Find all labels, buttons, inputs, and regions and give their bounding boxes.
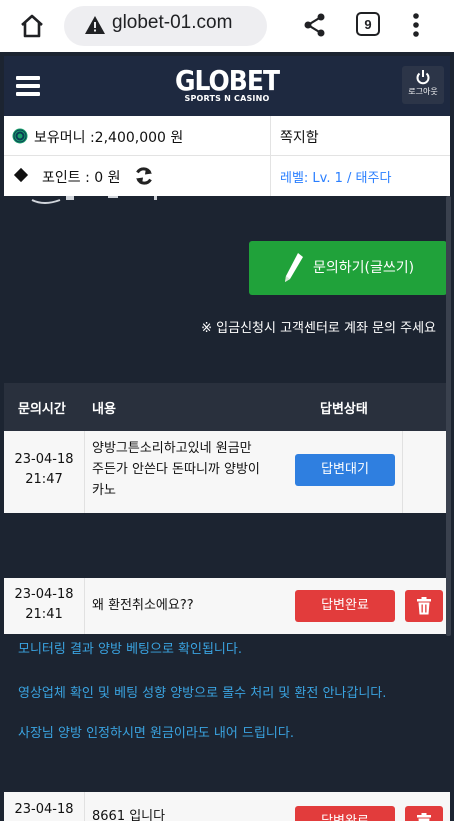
info-row-points: 포인트 : 0 원 레벨: Lv. 1 / 태주다 (4, 156, 450, 196)
info-divider (270, 116, 271, 196)
warning-icon[interactable] (84, 14, 106, 36)
delete-button[interactable] (405, 806, 443, 821)
points-balance: 포인트 : 0 원 (42, 170, 121, 186)
row-date: 23-04-18 (14, 452, 74, 467)
inquiry-content: 문의하기(글쓰기) ※ 입금신청시 고객센터로 계좌 문의 주세요 문의시간 내… (4, 196, 450, 821)
logout-button[interactable]: 로그아웃 (402, 66, 444, 104)
pencil-icon (285, 253, 303, 282)
info-row-money: 보유머니 :2,400,000 원 쪽지함 (4, 116, 450, 156)
diamond-icon (13, 167, 29, 183)
trash-icon (417, 597, 431, 615)
reply-line: 모니터링 결과 양방 베팅으로 확인됩니다. (18, 642, 242, 657)
status-complete-button[interactable]: 답변완료 (295, 590, 395, 622)
reply-line: 사장님 양방 인정하시면 원금이라도 내어 드립니다. (18, 726, 294, 741)
row-date: 23-04-18 (14, 587, 74, 602)
money-balance: 보유머니 :2,400,000 원 (34, 130, 184, 146)
scrollbar[interactable] (446, 196, 451, 636)
money-icon (12, 128, 28, 144)
power-icon (416, 70, 430, 85)
table-row[interactable]: 23-04-18 21:47 양방그튼소리하고있네 원금만 주든가 안쓴다 돈따… (4, 431, 450, 513)
home-icon[interactable] (16, 10, 48, 42)
row-divider (402, 431, 403, 513)
row-content-line: 8661 입니다 (92, 809, 166, 821)
menu-icon[interactable] (406, 10, 426, 40)
refresh-icon[interactable] (134, 166, 154, 186)
reply-line: 영상업체 확인 및 베팅 성향 양방으로 몰수 처리 및 환전 안나갑니다. (18, 686, 387, 701)
row-content-line: 왜 환전취소에요?? (92, 598, 194, 613)
share-icon[interactable] (300, 10, 330, 40)
header-content: 내용 (92, 402, 116, 417)
header-status: 답변상태 (320, 402, 368, 417)
tab-count: 9 (364, 16, 372, 32)
level-info: 레벨: Lv. 1 / 태주다 (280, 171, 392, 186)
account-info: 보유머니 :2,400,000 원 쪽지함 포인트 : 0 원 레벨: Lv. … (4, 116, 450, 196)
row-time: 21:41 (25, 607, 63, 622)
status-complete-button[interactable]: 답변완료 (295, 806, 395, 821)
table-row[interactable]: 23-04-18 21:41 왜 환전취소에요?? 답변완료 (4, 578, 450, 634)
header-time: 문의시간 (18, 402, 66, 417)
delete-button[interactable] (405, 590, 443, 622)
deposit-notice: ※ 입금신청시 고객센터로 계좌 문의 주세요 (201, 321, 436, 336)
table-header: 문의시간 내용 답변상태 (4, 383, 450, 431)
logo-subtitle: SPORTS N CASINO (184, 94, 270, 103)
row-divider (84, 578, 85, 634)
logo[interactable]: GLOBET (4, 65, 450, 97)
write-inquiry-button[interactable]: 문의하기(글쓰기) (249, 241, 447, 295)
table-row[interactable]: 23-04-18 8661 입니다 답변완료 (4, 792, 450, 821)
row-content-line: 양방그튼소리하고있네 원금만 (92, 441, 252, 456)
status-waiting-button[interactable]: 답변대기 (295, 454, 395, 486)
logout-label: 로그아웃 (408, 87, 438, 96)
write-inquiry-label: 문의하기(글쓰기) (313, 260, 415, 276)
browser-toolbar: globet-01.com 9 (0, 0, 454, 52)
trash-icon (417, 813, 431, 821)
partial-banner-image (31, 196, 157, 204)
tabs-icon[interactable]: 9 (356, 12, 380, 36)
row-content-line: 주든가 안쓴다 돈따니까 양방이 (92, 462, 260, 477)
row-content-line: 카노 (92, 483, 116, 498)
reply-section: 모니터링 결과 양방 베팅으로 확인됩니다. 영상업체 확인 및 베팅 성향 양… (4, 634, 450, 764)
row-divider (84, 431, 85, 513)
row-time: 21:47 (25, 472, 63, 487)
message-box-link[interactable]: 쪽지함 (280, 127, 319, 147)
row-date: 23-04-18 (14, 802, 74, 817)
row-divider (84, 792, 85, 821)
site-header: GLOBET SPORTS N CASINO 로그아웃 (4, 56, 450, 116)
url-text[interactable]: globet-01.com (112, 12, 232, 34)
